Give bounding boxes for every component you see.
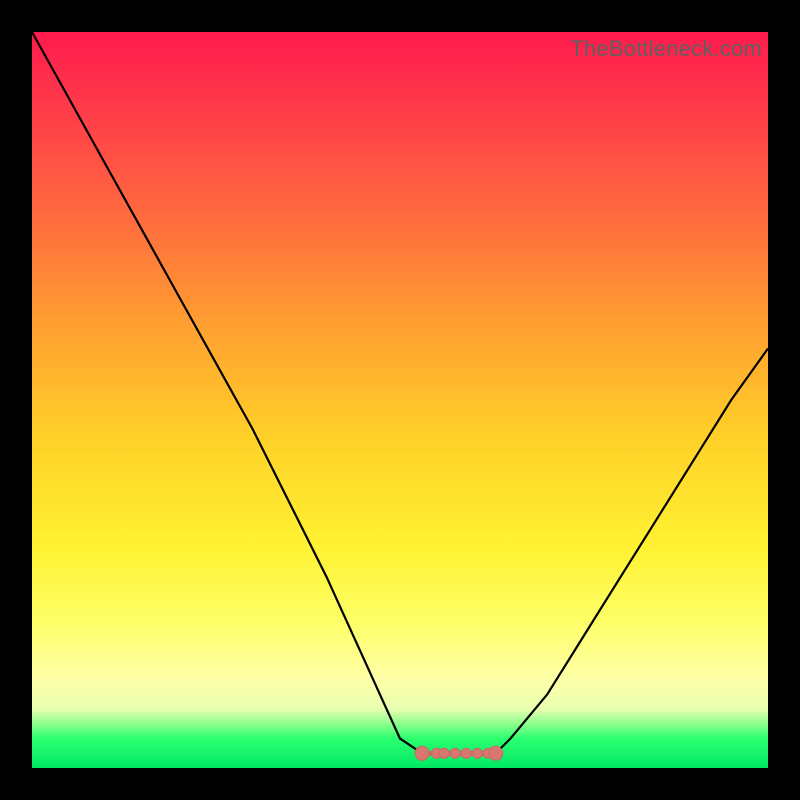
plot-area: TheBottleneck.com xyxy=(32,32,768,768)
optimal-range-dot xyxy=(450,748,460,758)
chart-frame: TheBottleneck.com xyxy=(0,0,800,800)
optimal-range-dot xyxy=(439,748,449,758)
optimal-range-dot xyxy=(489,746,503,760)
optimal-range-dot xyxy=(461,748,471,758)
chart-svg xyxy=(32,32,768,768)
optimal-range-dot xyxy=(415,746,429,760)
optimal-range-markers xyxy=(415,746,503,760)
optimal-range-dot xyxy=(472,748,482,758)
bottleneck-curve-path xyxy=(32,32,768,753)
